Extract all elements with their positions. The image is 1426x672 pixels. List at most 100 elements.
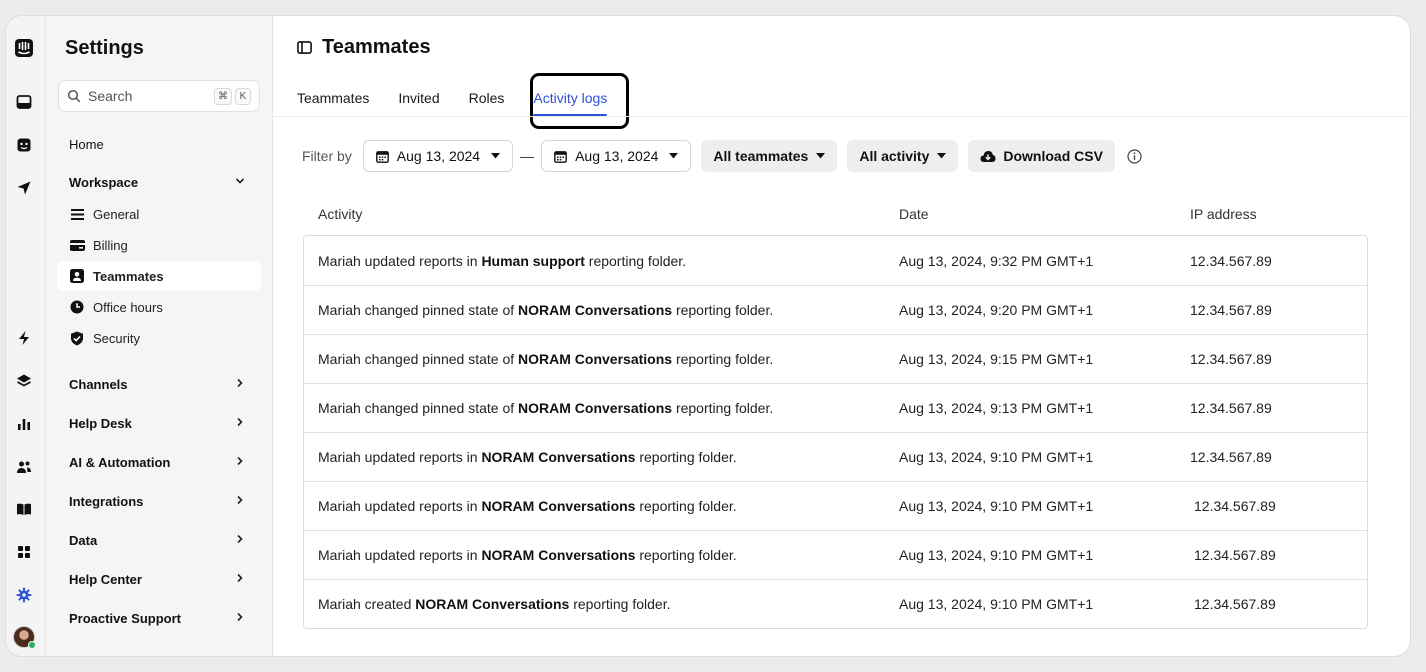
inbox-icon[interactable] — [14, 92, 34, 112]
search-placeholder: Search — [88, 88, 133, 104]
info-icon[interactable] — [1127, 148, 1142, 164]
sidebar-item-proactive-support[interactable]: Proactive Support — [57, 603, 261, 633]
date-cell: Aug 13, 2024, 9:10 PM GMT+1 — [899, 547, 1094, 563]
shortcut-k-key: K — [235, 87, 251, 105]
ip-address-cell: 12.34.567.89 — [1190, 351, 1272, 367]
column-header-activity[interactable]: Activity — [318, 206, 362, 222]
activity-cell: Mariah updated reports in NORAM Conversa… — [318, 449, 737, 465]
tab-teammates[interactable]: Teammates — [297, 84, 369, 116]
table-row[interactable]: Mariah updated reports in NORAM Conversa… — [304, 481, 1367, 530]
filter-label: Filter by — [302, 148, 352, 164]
shortcut-cmd-key: ⌘ — [214, 87, 232, 105]
app-window: Settings Search ⌘ K Home Workspace Gener… — [6, 16, 1410, 656]
sidebar-item-help-desk[interactable]: Help Desk — [57, 408, 261, 438]
filter-bar: Filter by Aug 13, 2024 — Aug 13, 2024 Al… — [302, 140, 1142, 172]
knowledge-icon[interactable] — [14, 499, 34, 519]
search-icon — [67, 89, 81, 103]
sidebar-item-workspace[interactable]: Workspace — [57, 167, 261, 197]
sidebar-item-help-center[interactable]: Help Center — [57, 564, 261, 594]
outbound-icon[interactable] — [14, 178, 34, 198]
activity-cell: Mariah changed pinned state of NORAM Con… — [318, 351, 774, 367]
chevron-down-icon — [235, 178, 245, 184]
sidebar-item-data[interactable]: Data — [57, 525, 261, 555]
teammates-filter-dropdown[interactable]: All teammates — [701, 140, 838, 172]
tab-roles[interactable]: Roles — [469, 84, 505, 116]
cloud-download-icon — [980, 150, 996, 162]
logo-icon[interactable] — [14, 38, 34, 58]
person-badge-icon — [70, 269, 84, 283]
calendar-icon — [554, 150, 567, 163]
table-row[interactable]: Mariah changed pinned state of NORAM Con… — [304, 285, 1367, 334]
tab-invited[interactable]: Invited — [398, 84, 439, 116]
credit-card-icon — [69, 239, 85, 251]
column-header-ip-address[interactable]: IP address — [1190, 206, 1257, 222]
activity-cell: Mariah updated reports in NORAM Conversa… — [318, 547, 737, 563]
date-cell: Aug 13, 2024, 9:20 PM GMT+1 — [899, 302, 1094, 318]
sidebar-item-integrations[interactable]: Integrations — [57, 486, 261, 516]
reports-icon[interactable] — [14, 414, 34, 434]
activity-cell: Mariah updated reports in NORAM Conversa… — [318, 498, 737, 514]
activity-log-table: Mariah updated reports in Human support … — [303, 235, 1368, 629]
layers-icon[interactable] — [14, 371, 34, 391]
activity-filter-dropdown[interactable]: All activity — [847, 140, 959, 172]
chevron-right-icon — [237, 534, 243, 544]
user-avatar[interactable] — [13, 626, 36, 649]
lightning-icon[interactable] — [14, 328, 34, 348]
contacts-icon[interactable] — [14, 457, 34, 477]
chevron-right-icon — [237, 612, 243, 622]
date-range-separator: — — [520, 148, 535, 164]
date-cell: Aug 13, 2024, 9:15 PM GMT+1 — [899, 351, 1094, 367]
apps-icon[interactable] — [14, 542, 34, 562]
folder-name: NORAM Conversations — [415, 596, 570, 612]
date-cell: Aug 13, 2024, 9:13 PM GMT+1 — [899, 400, 1094, 416]
sidebar-item-billing[interactable]: Billing — [57, 230, 261, 260]
activity-cell: Mariah updated reports in Human support … — [318, 252, 687, 269]
fin-ai-icon[interactable] — [14, 135, 34, 155]
calendar-icon — [375, 150, 389, 163]
clock-icon — [70, 300, 84, 314]
folder-name: NORAM Conversations — [481, 547, 636, 563]
table-row[interactable]: Mariah changed pinned state of NORAM Con… — [304, 334, 1367, 383]
table-row[interactable]: Mariah updated reports in NORAM Conversa… — [304, 530, 1367, 579]
ip-address-cell: 12.34.567.89 — [1190, 449, 1272, 465]
caret-down-icon — [816, 153, 826, 159]
date-to-picker[interactable]: Aug 13, 2024 — [541, 140, 692, 172]
chevron-right-icon — [237, 456, 243, 466]
sidebar-toggle-icon[interactable] — [297, 41, 312, 54]
date-cell: Aug 13, 2024, 9:32 PM GMT+1 — [899, 252, 1094, 269]
caret-down-icon — [669, 153, 679, 159]
date-cell: Aug 13, 2024, 9:10 PM GMT+1 — [899, 449, 1094, 465]
date-cell: Aug 13, 2024, 9:10 PM GMT+1 — [899, 596, 1094, 612]
settings-gear-icon[interactable] — [14, 585, 34, 605]
chevron-right-icon — [237, 573, 243, 583]
tabs-divider — [273, 116, 1410, 117]
download-csv-button[interactable]: Download CSV — [968, 140, 1115, 172]
caret-down-icon — [491, 153, 501, 159]
chevron-right-icon — [237, 417, 243, 427]
table-row[interactable]: Mariah updated reports in Human support … — [304, 236, 1367, 285]
folder-name: NORAM Conversations — [518, 351, 673, 367]
sidebar-item-teammates[interactable]: Teammates — [57, 261, 261, 291]
column-header-date[interactable]: Date — [899, 206, 929, 222]
ip-address-cell: 12.34.567.89 — [1190, 252, 1272, 269]
folder-name: NORAM Conversations — [481, 498, 636, 514]
sidebar-item-general[interactable]: General — [57, 199, 261, 229]
ip-address-cell: 12.34.567.89 — [1194, 596, 1276, 612]
online-status-dot — [28, 641, 36, 649]
folder-name: NORAM Conversations — [481, 449, 636, 465]
chevron-right-icon — [237, 378, 243, 388]
settings-sidebar: Settings Search ⌘ K Home Workspace Gener… — [46, 16, 273, 656]
app-rail — [6, 16, 46, 656]
table-row[interactable]: Mariah changed pinned state of NORAM Con… — [304, 383, 1367, 432]
table-row[interactable]: Mariah created NORAM Conversations repor… — [304, 579, 1367, 628]
sidebar-item-ai-automation[interactable]: AI & Automation — [57, 447, 261, 477]
date-from-picker[interactable]: Aug 13, 2024 — [362, 140, 514, 172]
table-row[interactable]: Mariah updated reports in NORAM Conversa… — [304, 432, 1367, 481]
sidebar-item-home[interactable]: Home — [57, 129, 261, 159]
sidebar-item-channels[interactable]: Channels — [57, 369, 261, 399]
ip-address-cell: 12.34.567.89 — [1190, 400, 1272, 416]
sidebar-item-security[interactable]: Security — [57, 323, 261, 353]
search-input[interactable]: Search ⌘ K — [58, 80, 260, 112]
sidebar-item-office-hours[interactable]: Office hours — [57, 292, 261, 322]
folder-name: Human support — [481, 252, 585, 269]
